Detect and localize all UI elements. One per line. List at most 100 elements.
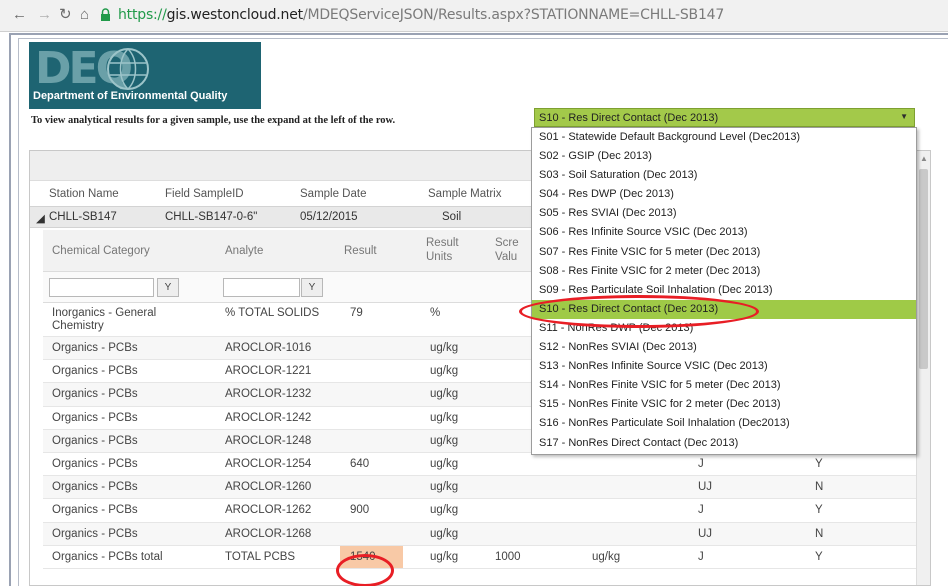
cell-analyte: AROCLOR-1221 — [225, 365, 312, 378]
cell-flag: N — [815, 481, 824, 494]
forward-arrow-icon[interactable]: → — [37, 6, 52, 24]
cell-result-units: ug/kg — [430, 527, 459, 540]
column-header-sample-date[interactable]: Sample Date — [300, 188, 366, 200]
cell-flag: Y — [815, 457, 823, 470]
column-header-result-units-line1[interactable]: Result — [426, 237, 459, 250]
cell-result-units: ug/kg — [430, 504, 459, 517]
cell-chemical-category: Organics - PCBs — [52, 411, 138, 424]
lock-icon — [101, 8, 110, 21]
cell-chemical-category: Organics - PCBs — [52, 527, 138, 540]
filter-icon[interactable]: Y — [301, 278, 323, 297]
cell-analyte: AROCLOR-1260 — [225, 481, 312, 494]
grid-scrollbar[interactable]: ▲ — [916, 151, 930, 585]
cell-result-units: ug/kg — [430, 481, 459, 494]
browser-toolbar: ← → ↻ ⌂ https://gis.westoncloud.net/MDEQ… — [0, 0, 948, 32]
dropdown-arrow-icon[interactable]: ▼ — [900, 112, 908, 121]
screening-option[interactable]: S16 - NonRes Particulate Soil Inhalation… — [532, 414, 916, 433]
cell-result: 79 — [350, 307, 363, 319]
column-header-sample-matrix[interactable]: Sample Matrix — [428, 188, 502, 200]
cell-chemical-category: Organics - PCBs — [52, 434, 138, 447]
cell-chemical-category: Organics - PCBs — [52, 388, 138, 401]
screening-option[interactable]: S11 - NonRes DWP (Dec 2013) — [532, 319, 916, 338]
cell-result-units: ug/kg — [430, 457, 459, 470]
screening-option[interactable]: S04 - Res DWP (Dec 2013) — [532, 185, 916, 204]
cell-analyte: AROCLOR-1268 — [225, 527, 312, 540]
column-header-field-sample-id[interactable]: Field SampleID — [165, 188, 244, 200]
screening-option[interactable]: S06 - Res Infinite Source VSIC (Dec 2013… — [532, 223, 916, 242]
cell-chemical-category: Organics - PCBs — [52, 342, 138, 354]
cell-analyte: AROCLOR-1242 — [225, 411, 312, 424]
url-scheme: https:// — [118, 7, 167, 23]
cell-analyte: AROCLOR-1232 — [225, 388, 312, 401]
cell-analyte: AROCLOR-1254 — [225, 457, 312, 470]
cell-analyte: AROCLOR-1248 — [225, 434, 312, 447]
cell-screening-units: ug/kg — [592, 550, 621, 563]
cell-flag: N — [815, 527, 824, 540]
address-bar[interactable]: https://gis.westoncloud.net/MDEQServiceJ… — [118, 7, 724, 23]
scrollbar-thumb[interactable] — [919, 169, 928, 369]
reload-icon[interactable]: ↻ — [59, 6, 72, 24]
selected-screening-level: S10 - Res Direct Contact (Dec 2013) — [539, 112, 719, 124]
url-host: gis.westoncloud.net — [166, 7, 304, 23]
cell-analyte: % TOTAL SOLIDS — [225, 307, 320, 319]
screening-option[interactable]: S13 - NonRes Infinite Source VSIC (Dec 2… — [532, 357, 916, 376]
home-icon[interactable]: ⌂ — [80, 6, 89, 24]
screening-level-options: S01 - Statewide Default Background Level… — [531, 127, 917, 455]
screening-option[interactable]: S09 - Res Particulate Soil Inhalation (D… — [532, 281, 916, 300]
column-header-result[interactable]: Result — [344, 245, 377, 258]
table-row[interactable]: Organics - PCBs total TOTAL PCBS 1540 ug/kg… — [43, 545, 930, 569]
cell-chemical-category: Inorganics - General Chemistry — [52, 307, 157, 332]
column-header-chemical-category[interactable]: Chemical Category — [52, 245, 150, 258]
screening-option[interactable]: S08 - Res Finite VSIC for 2 meter (Dec 2… — [532, 262, 916, 281]
screening-option[interactable]: S15 - NonRes Finite VSIC for 2 meter (De… — [532, 395, 916, 414]
cell-flag: Y — [815, 504, 823, 517]
column-header-screening-line2[interactable]: Valu — [495, 251, 517, 264]
screening-option[interactable]: S14 - NonRes Finite VSIC for 5 meter (De… — [532, 376, 916, 395]
cell-chemical-category: Organics - PCBs — [52, 365, 138, 378]
table-row[interactable]: Organics - PCBs AROCLOR-1260 ug/kg UJ N — [43, 476, 930, 500]
back-arrow-icon[interactable]: ← — [12, 6, 27, 24]
screening-option[interactable]: S10 - Res Direct Contact (Dec 2013) — [532, 299, 916, 319]
screening-option[interactable]: S17 - NonRes Direct Contact (Dec 2013) — [532, 434, 916, 453]
category-filter-input[interactable] — [49, 278, 154, 297]
cell-qualifier: J — [698, 550, 704, 563]
cell-result: 640 — [350, 457, 370, 470]
cell-analyte: AROCLOR-1262 — [225, 504, 312, 517]
cell-result-units: ug/kg — [430, 342, 459, 354]
screening-option[interactable]: S05 - Res SVIAI (Dec 2013) — [532, 204, 916, 223]
cell-qualifier: UJ — [698, 527, 713, 540]
cell-chemical-category: Organics - PCBs — [52, 504, 138, 517]
cell-qualifier: J — [698, 457, 704, 470]
cell-result-units: ug/kg — [430, 388, 459, 401]
cell-result-units: ug/kg — [430, 365, 459, 378]
column-header-station-name[interactable]: Station Name — [49, 188, 119, 200]
expand-icon[interactable]: ◢ — [36, 211, 45, 225]
globe-icon — [107, 48, 149, 90]
screening-option[interactable]: S01 - Statewide Default Background Level… — [532, 128, 916, 147]
screening-option[interactable]: S07 - Res Finite VSIC for 5 meter (Dec 2… — [532, 243, 916, 262]
deq-logo: DEQ Department of Environmental Quality — [29, 42, 261, 109]
cell-flag: Y — [815, 550, 823, 563]
table-row[interactable]: Organics - PCBs AROCLOR-1268 ug/kg UJ N — [43, 522, 930, 546]
cell-screening-value: 1000 — [495, 550, 521, 563]
cell-result-units: ug/kg — [430, 411, 459, 424]
screening-option[interactable]: S12 - NonRes SVIAI (Dec 2013) — [532, 338, 916, 357]
cell-result: 900 — [350, 504, 370, 517]
cell-chemical-category: Organics - PCBs total — [52, 550, 163, 563]
table-row[interactable]: Organics - PCBs AROCLOR-1262 900 ug/kg J Y — [43, 499, 930, 523]
scroll-up-icon[interactable]: ▲ — [920, 154, 928, 163]
instructions-text: To view analytical results for a given s… — [31, 115, 396, 126]
table-row[interactable]: Organics - PCBs AROCLOR-1254 640 ug/kg J Y — [43, 452, 930, 477]
cell-result-units: ug/kg — [430, 550, 459, 563]
screening-level-select[interactable]: S10 - Res Direct Contact (Dec 2013) ▼ — [534, 108, 915, 127]
column-header-result-units-line2[interactable]: Units — [426, 251, 452, 264]
cell-chemical-category: Organics - PCBs — [52, 457, 138, 470]
column-header-analyte[interactable]: Analyte — [225, 245, 263, 258]
cell-qualifier: UJ — [698, 481, 713, 494]
analyte-filter-input[interactable] — [223, 278, 300, 297]
filter-icon[interactable]: Y — [157, 278, 179, 297]
column-header-screening-line1[interactable]: Scre — [495, 237, 519, 250]
screening-option[interactable]: S02 - GSIP (Dec 2013) — [532, 147, 916, 166]
department-name: Department of Environmental Quality — [33, 90, 228, 102]
screening-option[interactable]: S03 - Soil Saturation (Dec 2013) — [532, 166, 916, 185]
